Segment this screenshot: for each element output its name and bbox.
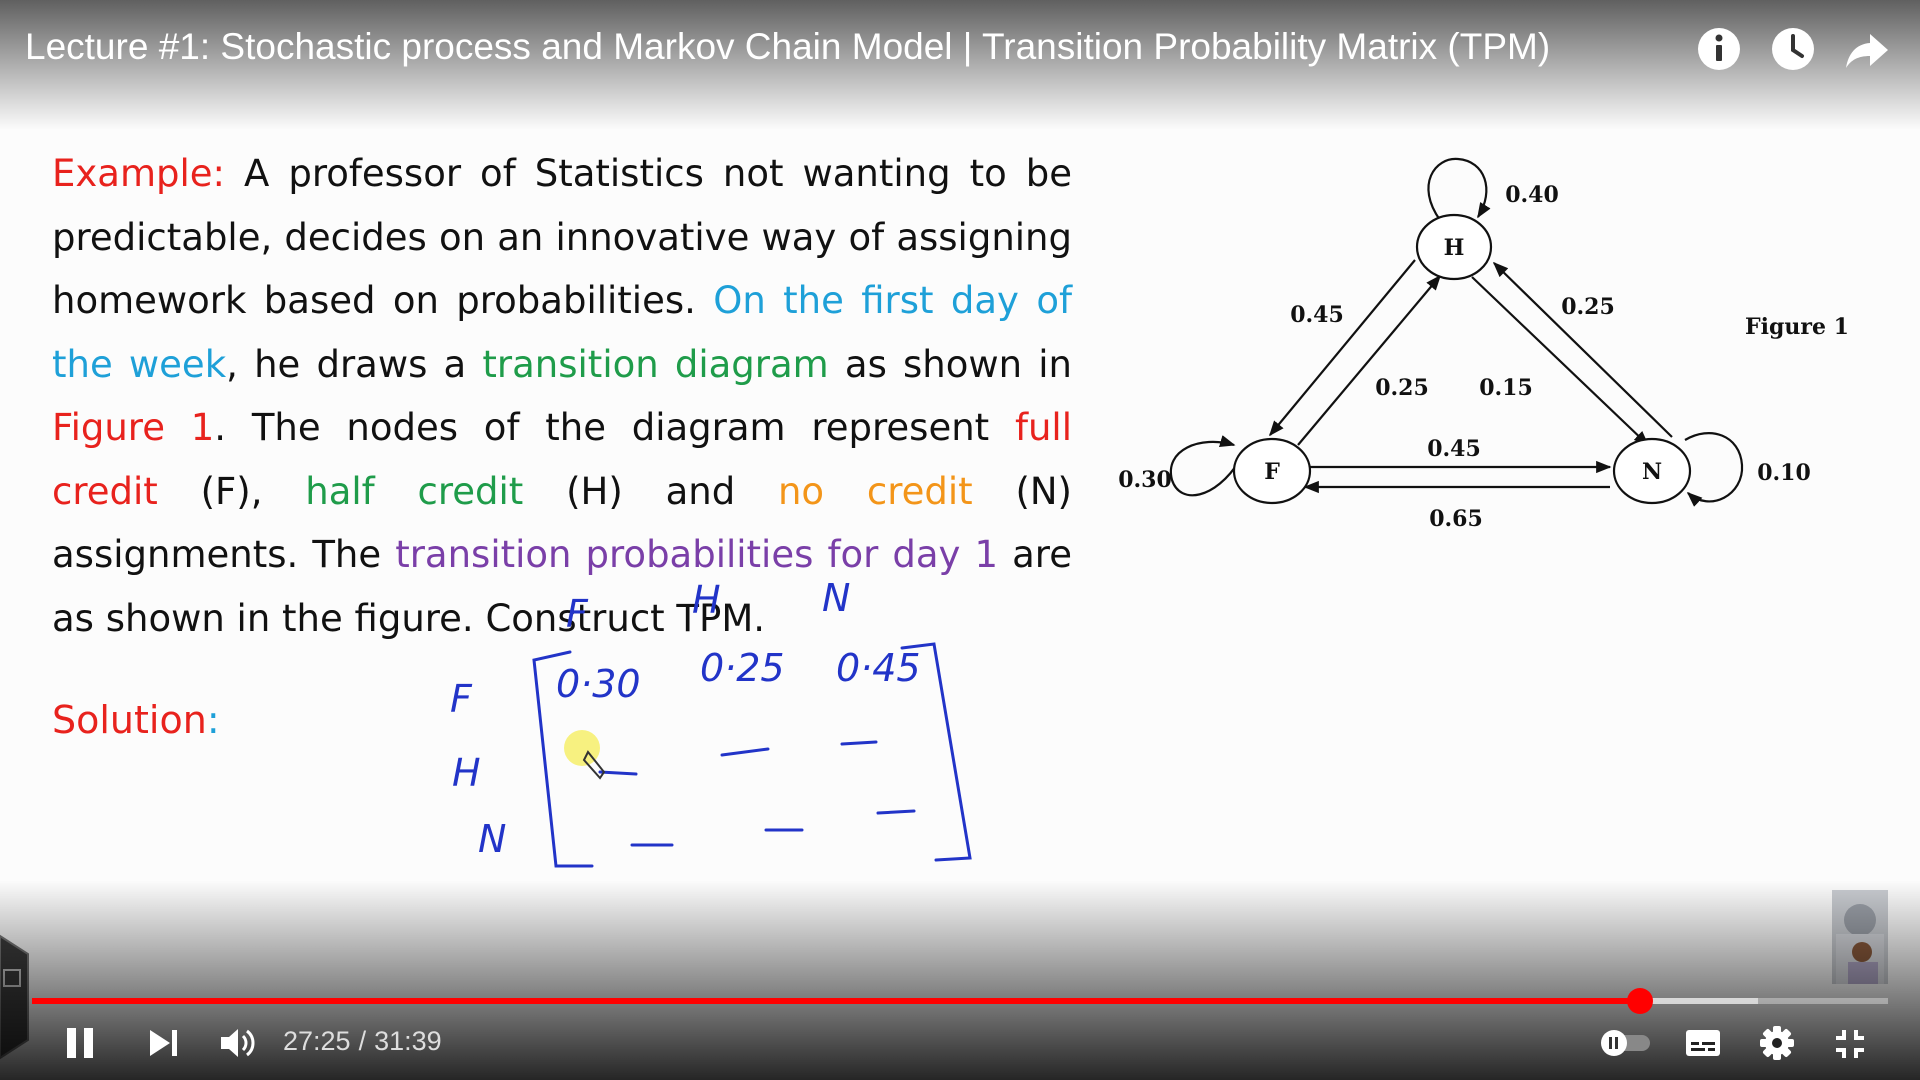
h-self-loop bbox=[1427, 157, 1491, 221]
time-display: 27:25/31:39 bbox=[283, 1026, 442, 1057]
exit-fullscreen-icon[interactable] bbox=[1832, 1026, 1868, 1062]
autoplay-toggle[interactable] bbox=[1598, 1028, 1654, 1058]
info-icon[interactable] bbox=[1696, 26, 1742, 72]
slide-text-segment: half credit bbox=[305, 469, 524, 513]
settings-icon[interactable] bbox=[1758, 1024, 1796, 1062]
slide-text-segment: , he draws a bbox=[226, 342, 483, 386]
duration: 31:39 bbox=[374, 1026, 442, 1056]
node-h-label: H bbox=[1444, 235, 1465, 261]
time-separator: / bbox=[358, 1026, 367, 1056]
cell-fh: 0·25 bbox=[700, 646, 785, 690]
blank-nn bbox=[876, 809, 916, 815]
label-n-self: 0.10 bbox=[1757, 460, 1811, 486]
edge-h-to-f bbox=[1269, 259, 1416, 437]
row-header-n: N bbox=[478, 817, 506, 861]
f-self-loop bbox=[1169, 435, 1241, 497]
pen-cursor bbox=[564, 730, 606, 780]
label-n-to-h: 0.25 bbox=[1561, 294, 1615, 320]
slide-text-segment: Figure 1 bbox=[52, 406, 215, 449]
node-n-label: N bbox=[1642, 459, 1662, 485]
slide-paragraph: Example: A professor of Statistics not w… bbox=[52, 142, 1072, 650]
label-f-to-n: 0.45 bbox=[1427, 436, 1481, 462]
right-bracket bbox=[900, 642, 972, 862]
label-h-to-n: 0.15 bbox=[1479, 375, 1533, 401]
played-bar bbox=[32, 998, 1640, 1004]
volume-icon[interactable] bbox=[218, 1024, 258, 1062]
next-icon[interactable] bbox=[146, 1026, 182, 1060]
current-time: 27:25 bbox=[283, 1026, 351, 1056]
slide-text-segment: (H) and bbox=[523, 469, 778, 513]
video-title[interactable]: Lecture #1: Stochastic process and Marko… bbox=[25, 26, 1550, 68]
left-bracket bbox=[532, 650, 594, 868]
progress-scrubber[interactable] bbox=[1626, 988, 1653, 1014]
label-f-to-h: 0.25 bbox=[1375, 375, 1429, 401]
cell-ff: 0·30 bbox=[556, 662, 641, 706]
transition-diagram: H F N 0.40 0.30 0.10 0.45 0.25 0.25 0.15… bbox=[1118, 157, 1849, 532]
blank-hf bbox=[598, 770, 638, 776]
label-h-to-f: 0.45 bbox=[1290, 302, 1344, 328]
slide-text-segment: no credit bbox=[777, 469, 973, 513]
figure-label: Figure 1 bbox=[1745, 314, 1849, 340]
edge-h-to-n bbox=[1471, 276, 1650, 447]
blank-hn bbox=[840, 740, 878, 746]
share-icon[interactable] bbox=[1844, 26, 1890, 72]
row-header-h: H bbox=[452, 751, 481, 795]
clock-icon[interactable] bbox=[1770, 26, 1816, 72]
slide-text-segment: Example: bbox=[52, 152, 225, 195]
subtitles-icon[interactable] bbox=[1684, 1026, 1722, 1060]
label-f-self: 0.30 bbox=[1118, 467, 1172, 493]
label-h-self: 0.40 bbox=[1505, 182, 1559, 208]
label-n-to-f: 0.65 bbox=[1429, 506, 1483, 532]
row-header-f: F bbox=[450, 677, 473, 721]
solution-text: Solution bbox=[52, 698, 207, 742]
video-player[interactable]: Example: A professor of Statistics not w… bbox=[0, 0, 1920, 1080]
node-f-label: F bbox=[1264, 459, 1280, 485]
solution-colon: : bbox=[206, 698, 220, 742]
n-self-loop bbox=[1684, 432, 1744, 507]
slide-text-segment: . The nodes of the diagram represent bbox=[214, 406, 1015, 449]
solution-label: Solution: bbox=[52, 698, 220, 742]
cell-fn: 0·45 bbox=[836, 646, 921, 690]
slide-text-segment: (F), bbox=[157, 469, 306, 513]
slide-text-segment: transition diagram bbox=[482, 342, 829, 386]
progress-bar[interactable] bbox=[32, 998, 1888, 1004]
slide-text-segment: as shown in bbox=[828, 342, 1073, 386]
pause-icon[interactable] bbox=[62, 1024, 100, 1062]
edge-n-to-h bbox=[1492, 261, 1673, 438]
slide-text-segment: transition probabilities for day 1 bbox=[395, 533, 999, 576]
blank-hh bbox=[720, 747, 770, 757]
